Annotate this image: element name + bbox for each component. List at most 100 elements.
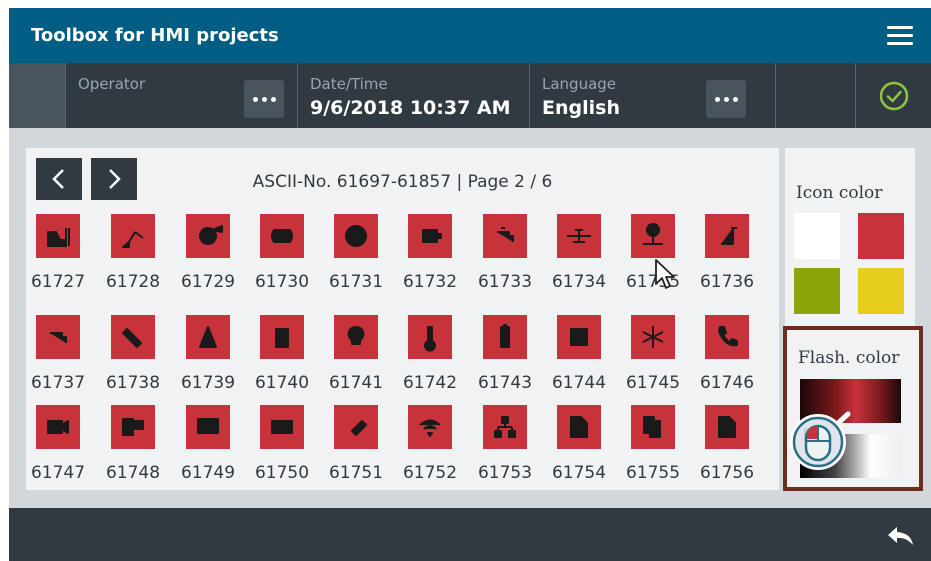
robot-arm-icon <box>122 231 144 248</box>
operator-more-button[interactable] <box>244 80 284 118</box>
back-arrow-icon[interactable] <box>887 524 915 548</box>
language-value: English <box>542 97 620 119</box>
file-star-icon <box>570 416 588 438</box>
icon-cell: 61729 <box>176 214 250 300</box>
monitor-icon <box>197 418 219 434</box>
symbol-number: 61730 <box>254 272 310 292</box>
icon-cell: 61734 <box>547 214 621 300</box>
title-bar: Toolbox for HMI projects <box>9 8 931 63</box>
tap-icon <box>50 332 67 343</box>
language-more-button[interactable] <box>706 80 746 118</box>
icon-cell: 61728 <box>101 214 175 300</box>
computer-icon <box>122 418 144 436</box>
symbol-button-61728[interactable] <box>111 214 155 258</box>
swatch-yellow[interactable] <box>858 268 904 314</box>
symbol-button-61735[interactable] <box>631 214 675 258</box>
icon-cell: 61733 <box>473 214 547 300</box>
radiator-icon <box>570 328 588 346</box>
symbol-button-61731[interactable] <box>334 214 378 258</box>
icon-cell: 61754 <box>547 405 621 491</box>
icon-cell: 61727 <box>26 214 100 300</box>
datetime-cell: Date/Time 9/6/2018 10:37 AM <box>297 63 529 128</box>
symbol-button-61750[interactable] <box>260 405 304 449</box>
symbol-button-61753[interactable] <box>483 405 527 449</box>
network-icon <box>494 416 516 438</box>
symbol-button-61756[interactable] <box>705 405 749 449</box>
symbol-button-61736[interactable] <box>705 214 749 258</box>
symbol-button-61748[interactable] <box>111 405 155 449</box>
symbol-number: 61751 <box>328 463 384 483</box>
symbol-number: 61753 <box>477 463 533 483</box>
snowflake-icon <box>642 326 664 348</box>
symbol-button-61747[interactable] <box>36 405 80 449</box>
symbol-button-61742[interactable] <box>408 315 452 359</box>
symbol-number: 61727 <box>30 272 86 292</box>
app-window: Toolbox for HMI projects Operator Date/T… <box>9 8 931 561</box>
icon-cell: 61738 <box>101 315 175 401</box>
symbol-button-61737[interactable] <box>36 315 80 359</box>
symbol-button-61751[interactable] <box>334 405 378 449</box>
icon-cell: 61744 <box>547 315 621 401</box>
icon-cell: 61739 <box>176 315 250 401</box>
forklift-icon <box>47 228 70 247</box>
symbol-button-61733[interactable] <box>483 214 527 258</box>
pipe-icon <box>721 227 737 245</box>
flash-color-label: Flash. color <box>798 348 900 368</box>
symbol-button-61734[interactable] <box>557 214 601 258</box>
icon-cell: 61746 <box>695 315 769 401</box>
icon-cell: 61756 <box>695 405 769 491</box>
flash-color-box: Flash. color <box>783 326 923 491</box>
symbol-button-61745[interactable] <box>631 315 675 359</box>
icon-cell: 61749 <box>176 405 250 491</box>
symbol-button-61727[interactable] <box>36 214 80 258</box>
symbol-button-61729[interactable] <box>186 214 230 258</box>
icon-cell: 61742 <box>398 315 472 401</box>
icon-cell: 61748 <box>101 405 175 491</box>
symbol-button-61749[interactable] <box>186 405 230 449</box>
icon-cell: 61743 <box>473 315 547 401</box>
page-info-text: ASCII-No. 61697-61857 | Page 2 / 6 <box>252 172 553 192</box>
symbol-button-61746[interactable] <box>705 315 749 359</box>
icon-cell: 61752 <box>398 405 472 491</box>
motor-icon <box>422 229 442 243</box>
icon-cell: 61753 <box>473 405 547 491</box>
symbol-button-61740[interactable] <box>260 315 304 359</box>
symbol-number: 61756 <box>699 463 755 483</box>
symbol-button-61730[interactable] <box>260 214 304 258</box>
symbol-button-61732[interactable] <box>408 214 452 258</box>
usb-stick-icon <box>351 420 367 436</box>
phone-icon <box>718 326 738 347</box>
mouse-pointer-icon <box>655 259 675 289</box>
plc-icon <box>271 420 293 434</box>
symbol-button-61743[interactable] <box>483 315 527 359</box>
symbol-button-61754[interactable] <box>557 405 601 449</box>
icon-color-label: Icon color <box>796 183 883 203</box>
symbol-button-61752[interactable] <box>408 405 452 449</box>
mouse-click-icon <box>790 411 851 470</box>
symbol-button-61755[interactable] <box>631 405 675 449</box>
valve-icon <box>567 229 591 243</box>
cone-icon <box>199 326 217 348</box>
symbol-button-61741[interactable] <box>334 315 378 359</box>
symbol-button-61739[interactable] <box>186 315 230 359</box>
icon-cell: 61732 <box>398 214 472 300</box>
symbol-number: 61738 <box>105 373 161 393</box>
symbol-number: 61742 <box>402 373 458 393</box>
symbol-button-61738[interactable] <box>111 315 155 359</box>
swatch-green[interactable] <box>794 268 840 314</box>
operator-cell: Operator <box>65 63 297 128</box>
faucet-icon <box>497 227 514 242</box>
symbol-number: 61729 <box>180 272 236 292</box>
tank-fill-icon <box>275 328 289 348</box>
hamburger-menu-icon[interactable] <box>887 26 913 46</box>
symbol-number: 61731 <box>328 272 384 292</box>
swatch-red[interactable] <box>858 213 904 259</box>
symbol-number: 61734 <box>551 272 607 292</box>
check-circle-icon[interactable] <box>878 80 910 112</box>
symbol-number: 61736 <box>699 272 755 292</box>
language-label: Language <box>542 75 617 93</box>
pressure-valve-icon <box>643 223 663 245</box>
swatch-white[interactable] <box>794 213 840 259</box>
symbol-button-61744[interactable] <box>557 315 601 359</box>
files-icon <box>643 416 661 438</box>
